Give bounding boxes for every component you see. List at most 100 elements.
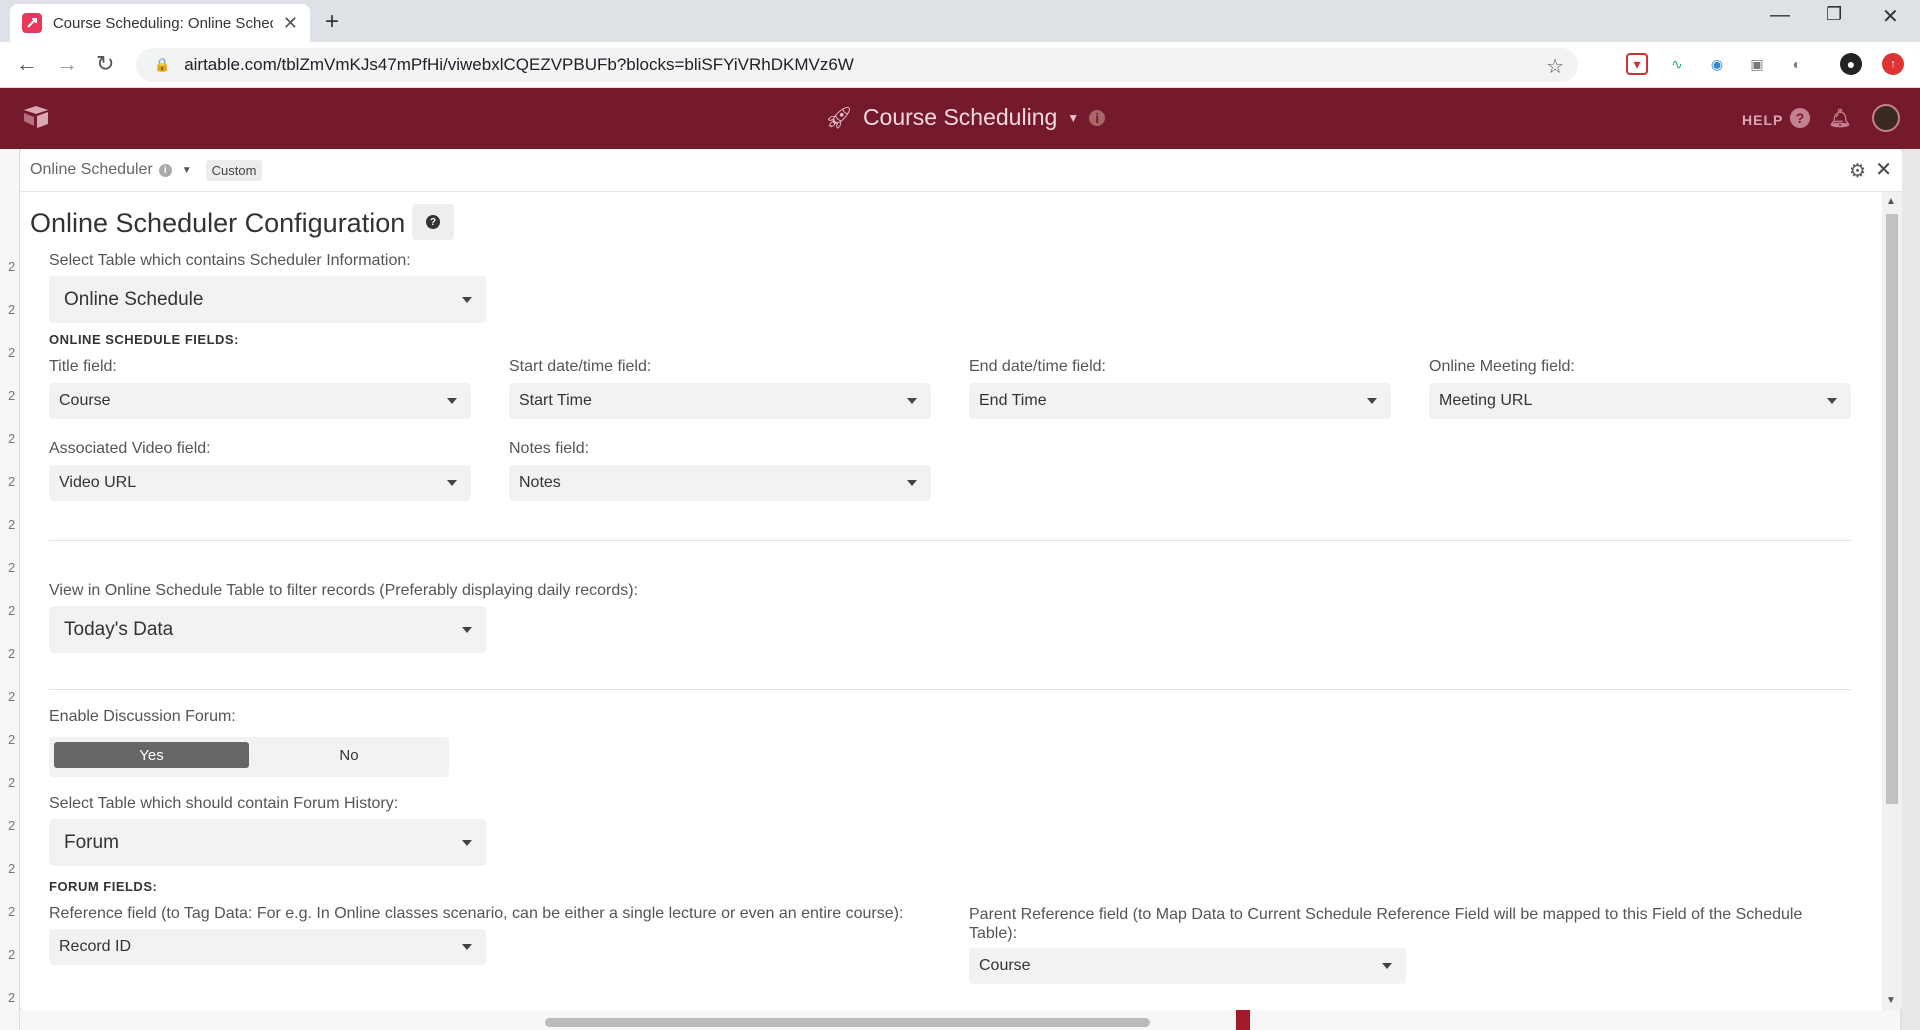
select-value: Course — [979, 957, 1031, 974]
scroll-down-icon[interactable]: ▼ — [1886, 995, 1896, 1006]
forum-fields-heading: FORUM FIELDS: — [49, 879, 158, 894]
help-label[interactable]: HELP — [1742, 112, 1783, 128]
schedule-table-select[interactable]: Online Schedule — [49, 276, 486, 323]
background-grid-left: 2 2 2 2 2 2 2 2 2 2 2 2 2 2 2 2 2 2 — [0, 149, 20, 1030]
scroll-up-icon[interactable]: ▲ — [1886, 196, 1896, 207]
back-icon[interactable]: ← — [16, 51, 38, 77]
tab-close-icon[interactable]: ✕ — [283, 13, 298, 34]
forward-icon[interactable]: → — [56, 51, 78, 77]
start-field-label: Start date/time field: — [509, 358, 652, 375]
reference-field-select[interactable]: Record ID — [49, 929, 486, 965]
view-label: View in Online Schedule Table to filter … — [49, 582, 639, 599]
parent-reference-select[interactable]: Course — [969, 948, 1406, 984]
chevron-down-icon — [1827, 398, 1837, 404]
forum-yes-option[interactable]: Yes — [54, 742, 249, 768]
divider — [49, 689, 1851, 690]
end-field-label: End date/time field: — [969, 358, 1106, 375]
video-field-select[interactable]: Video URL — [49, 465, 471, 501]
base-name-menu[interactable]: 🚀︎ Course Scheduling ▼ i — [825, 104, 1106, 131]
restore-icon[interactable]: ❐ — [1826, 4, 1842, 25]
forum-no-option[interactable]: No — [254, 742, 444, 768]
extension-camera-icon[interactable]: ▣ — [1746, 53, 1768, 75]
browser-tabstrip: Course Scheduling: Online Scheduler ✕ + … — [0, 0, 1920, 42]
gear-icon[interactable]: ⚙ — [1849, 160, 1866, 183]
bookmark-star-icon[interactable]: ☆ — [1546, 54, 1564, 79]
forum-table-select[interactable]: Forum — [49, 819, 486, 866]
select-value: Notes — [519, 474, 561, 491]
parent-reference-label: Parent Reference field (to Map Data to C… — [969, 906, 1803, 942]
extension-circle-icon[interactable]: ◐ — [1786, 53, 1808, 75]
select-value: End Time — [979, 392, 1047, 409]
help-button[interactable]: ? — [412, 204, 454, 240]
url-text: airtable.com/tblZmVmKJs47mPfHi/viwebxlCQ… — [184, 55, 854, 74]
select-value: Start Time — [519, 392, 592, 409]
forum-table-label: Select Table which should contain Forum … — [49, 795, 399, 812]
title-field-select[interactable]: Course — [49, 383, 471, 419]
video-field-label: Associated Video field: — [49, 440, 211, 457]
minimize-icon[interactable]: — — [1770, 4, 1790, 27]
end-field-select[interactable]: End Time — [969, 383, 1391, 419]
select-value: Today's Data — [64, 618, 174, 640]
row-number: 2 — [8, 388, 16, 403]
avatar[interactable] — [1872, 104, 1900, 132]
help-icon[interactable]: ? — [1790, 108, 1810, 128]
chevron-down-icon — [462, 839, 472, 846]
chevron-down-icon[interactable]: ▼ — [182, 165, 192, 176]
select-value: Meeting URL — [1439, 392, 1533, 409]
chevron-down-icon — [462, 944, 472, 950]
rocket-icon: 🚀︎ — [825, 104, 853, 130]
chevron-down-icon — [462, 296, 472, 303]
select-value: Record ID — [59, 938, 132, 955]
address-bar[interactable]: 🔒 airtable.com/tblZmVmKJs47mPfHi/viwebxl… — [136, 48, 1578, 82]
row-number: 2 — [8, 904, 16, 919]
divider — [49, 540, 1851, 541]
window-close-icon[interactable]: ✕ — [1882, 4, 1899, 29]
meeting-field-select[interactable]: Meeting URL — [1429, 383, 1851, 419]
notes-field-select[interactable]: Notes — [509, 465, 931, 501]
browser-tab[interactable]: Course Scheduling: Online Scheduler ✕ — [10, 4, 310, 42]
info-icon[interactable]: i — [1089, 109, 1106, 126]
block-panel-bar: Online Scheduler i ▼ Custom ⚙ ✕ — [20, 149, 1902, 192]
scrollbar-thumb[interactable] — [1886, 214, 1898, 804]
info-icon[interactable]: i — [158, 163, 172, 177]
vertical-scrollbar[interactable]: ▲ ▼ — [1882, 192, 1902, 1010]
row-number: 2 — [8, 861, 16, 876]
new-tab-icon[interactable]: + — [325, 8, 339, 36]
meeting-field-label: Online Meeting field: — [1429, 358, 1575, 375]
chevron-down-icon — [1382, 963, 1392, 969]
extension-save-icon[interactable]: ▾ — [1626, 53, 1648, 75]
chevron-down-icon — [907, 480, 917, 486]
bell-icon[interactable]: 🔔︎ — [1829, 108, 1852, 128]
select-value: Online Schedule — [64, 288, 204, 310]
view-select[interactable]: Today's Data — [49, 606, 486, 653]
select-value: Course — [59, 392, 111, 409]
reload-icon[interactable]: ↻ — [96, 51, 114, 77]
row-number: 2 — [8, 947, 16, 962]
profile-icon[interactable]: ● — [1840, 53, 1862, 75]
schedule-table-label: Select Table which contains Scheduler In… — [49, 252, 411, 269]
forum-enable-label: Enable Discussion Forum: — [49, 708, 236, 725]
custom-badge: Custom — [205, 159, 263, 181]
airtable-logo-icon[interactable] — [22, 104, 50, 128]
airtable-favicon-icon — [22, 13, 42, 33]
question-icon: ? — [426, 215, 440, 229]
row-number: 2 — [8, 732, 16, 747]
row-number: 2 — [8, 517, 16, 532]
base-name: Course Scheduling — [862, 104, 1058, 130]
select-value: Video URL — [59, 474, 137, 491]
block-name[interactable]: Online Scheduler — [30, 161, 153, 179]
schedule-fields-heading: ONLINE SCHEDULE FIELDS: — [49, 332, 239, 347]
lock-icon: 🔒 — [154, 57, 171, 72]
extension-chart-icon[interactable]: ∿ — [1666, 53, 1688, 75]
tab-title: Course Scheduling: Online Scheduler — [52, 14, 273, 32]
extension-globe-icon[interactable]: ◉ — [1706, 53, 1728, 75]
row-number: 2 — [8, 689, 16, 704]
update-icon[interactable]: ↑ — [1882, 53, 1904, 75]
row-number: 2 — [8, 775, 16, 790]
background-horizontal-scrollbar[interactable] — [545, 1018, 1150, 1027]
row-number: 2 — [8, 646, 16, 661]
close-icon[interactable]: ✕ — [1875, 157, 1892, 182]
page-title: Online Scheduler Configuration — [30, 208, 406, 238]
start-field-select[interactable]: Start Time — [509, 383, 931, 419]
chevron-down-icon — [462, 626, 472, 633]
